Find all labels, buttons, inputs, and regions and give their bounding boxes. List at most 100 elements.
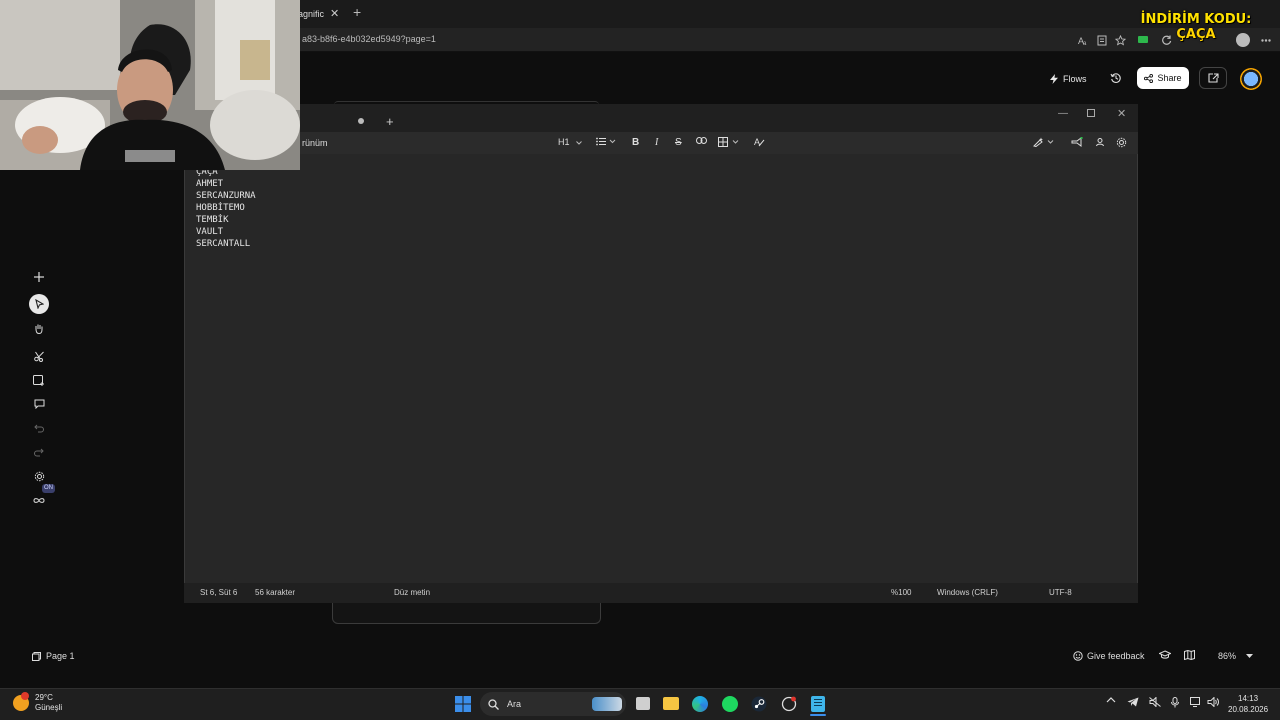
microphone-icon[interactable] bbox=[1171, 697, 1179, 708]
give-feedback-button[interactable]: Give feedback bbox=[1073, 648, 1145, 664]
caret-down-icon bbox=[1246, 654, 1254, 658]
sun-icon bbox=[13, 692, 29, 711]
volume-icon[interactable] bbox=[1207, 697, 1219, 707]
link-icon bbox=[696, 137, 707, 144]
hand-icon bbox=[35, 324, 43, 334]
comment-icon bbox=[34, 399, 44, 409]
map-view-button[interactable] bbox=[1184, 650, 1195, 660]
more-menu-icon[interactable] bbox=[1259, 33, 1273, 47]
editor-line: AHMET bbox=[196, 179, 224, 189]
export-button[interactable] bbox=[1199, 67, 1227, 89]
undo-button[interactable] bbox=[30, 419, 48, 437]
reader-mode-icon[interactable] bbox=[1095, 33, 1109, 47]
tray-overflow-icon[interactable] bbox=[1106, 697, 1116, 703]
notepad-settings-button[interactable] bbox=[1116, 137, 1127, 148]
flows-button[interactable]: Flows bbox=[1050, 70, 1087, 88]
notepad-titlebar bbox=[184, 104, 1138, 132]
history-icon[interactable] bbox=[1110, 72, 1122, 84]
text-format[interactable]: Düz metin bbox=[394, 588, 430, 597]
minimize-button[interactable]: — bbox=[1058, 108, 1068, 119]
editor-line: SERCANZURNA bbox=[196, 191, 256, 201]
spotify-icon[interactable] bbox=[722, 696, 738, 712]
account-button[interactable] bbox=[1095, 137, 1105, 147]
flows-label: Flows bbox=[1063, 74, 1087, 84]
browser-tab[interactable]: lagnific ✕ bbox=[296, 3, 344, 25]
start-button[interactable] bbox=[455, 696, 471, 712]
cut-tool[interactable] bbox=[30, 347, 48, 365]
taskbar-clock[interactable]: 14:13 20.08.2026 bbox=[1228, 693, 1268, 715]
page-selector[interactable]: Page 1 bbox=[32, 648, 75, 664]
windows-icon bbox=[455, 696, 471, 712]
megaphone-icon bbox=[1071, 137, 1083, 147]
graduation-cap-icon bbox=[1159, 650, 1171, 659]
link-button[interactable] bbox=[696, 137, 707, 144]
redo-icon bbox=[34, 448, 44, 456]
share-button[interactable]: Share bbox=[1137, 67, 1189, 89]
file-explorer-icon[interactable] bbox=[663, 697, 679, 710]
edge-browser-icon[interactable] bbox=[692, 696, 708, 712]
bold-button[interactable]: B bbox=[632, 137, 639, 148]
gear-icon bbox=[34, 471, 44, 481]
shape-tool[interactable] bbox=[30, 371, 48, 389]
editor-line: SERCANTALL bbox=[196, 239, 251, 249]
taskbar-search[interactable]: Ara bbox=[480, 692, 626, 716]
network-icon[interactable] bbox=[1190, 697, 1202, 707]
page-label: Page 1 bbox=[46, 651, 75, 661]
clock-date: 20.08.2026 bbox=[1228, 705, 1269, 714]
steam-icon[interactable] bbox=[751, 696, 767, 712]
address-url[interactable]: a83-b8f6-e4b032ed5949?page=1 bbox=[302, 34, 436, 44]
comment-tool[interactable] bbox=[30, 395, 48, 413]
hand-tool[interactable] bbox=[30, 319, 48, 337]
select-tool[interactable] bbox=[29, 294, 49, 314]
line-ending: Windows (CRLF) bbox=[937, 588, 998, 597]
copilot-dropdown[interactable] bbox=[1033, 137, 1055, 147]
plus-icon bbox=[34, 272, 44, 282]
tab-close-icon[interactable]: ✕ bbox=[330, 7, 339, 20]
notification-button[interactable] bbox=[1071, 137, 1083, 147]
list-icon bbox=[596, 137, 616, 146]
active-app-indicator bbox=[810, 714, 826, 716]
canvas-frame[interactable] bbox=[332, 603, 601, 624]
notepad-editor[interactable]: ÇAÇA AHMET SERCANZURNA HOBBİTEMO TEMBİK … bbox=[196, 166, 256, 250]
webcam-overlay bbox=[0, 0, 300, 170]
notepad-statusbar: St 6, Süt 6 56 karakter Düz metin %100 W… bbox=[184, 583, 1138, 603]
bookmark-star-icon[interactable] bbox=[1113, 33, 1127, 47]
promo-line-2: ÇAÇA bbox=[1176, 27, 1216, 42]
menu-view[interactable]: rünüm bbox=[302, 138, 328, 148]
zoom-label: 86% bbox=[1218, 651, 1237, 661]
learn-button[interactable] bbox=[1159, 650, 1171, 660]
clock-time: 14:13 bbox=[1238, 694, 1259, 703]
strikethrough-button[interactable]: S bbox=[675, 137, 682, 148]
export-icon bbox=[1207, 73, 1219, 83]
table-dropdown[interactable] bbox=[718, 137, 740, 147]
redo-button[interactable] bbox=[30, 443, 48, 461]
telegram-icon[interactable] bbox=[1127, 697, 1139, 707]
list-dropdown[interactable] bbox=[596, 137, 616, 146]
infinity-icon bbox=[33, 497, 45, 503]
add-tool[interactable] bbox=[30, 268, 48, 286]
infinite-mode-toggle[interactable] bbox=[30, 491, 48, 509]
settings-tool[interactable] bbox=[30, 467, 48, 485]
zoom-dropdown[interactable]: 86% bbox=[1218, 648, 1254, 664]
user-avatar[interactable] bbox=[1240, 68, 1262, 90]
search-placeholder: Ara bbox=[507, 699, 522, 709]
character-count: 56 karakter bbox=[255, 588, 296, 597]
window-close-button[interactable]: ✕ bbox=[1117, 107, 1126, 120]
translate-icon[interactable]: Aa bbox=[1076, 33, 1090, 47]
mute-icon[interactable] bbox=[1149, 697, 1161, 707]
new-tab-button[interactable]: + bbox=[353, 4, 367, 20]
notepad-new-tab-button[interactable]: + bbox=[386, 114, 394, 129]
share-label: Share bbox=[1157, 73, 1182, 83]
italic-button[interactable]: I bbox=[655, 137, 658, 148]
maximize-button[interactable] bbox=[1087, 109, 1095, 117]
app-icon[interactable] bbox=[781, 696, 797, 712]
clear-formatting-button[interactable]: A bbox=[754, 137, 765, 147]
task-view-icon[interactable] bbox=[636, 697, 650, 710]
cursor-position: St 6, Süt 6 bbox=[200, 588, 238, 597]
heading-label: H1 bbox=[558, 137, 570, 147]
share-icon bbox=[1144, 73, 1154, 83]
heading-dropdown[interactable]: H1 bbox=[558, 137, 582, 147]
notepad-app-icon[interactable] bbox=[811, 696, 825, 712]
chevron-down-icon bbox=[576, 141, 582, 145]
weather-widget[interactable]: 29°C Güneşli bbox=[13, 692, 62, 713]
